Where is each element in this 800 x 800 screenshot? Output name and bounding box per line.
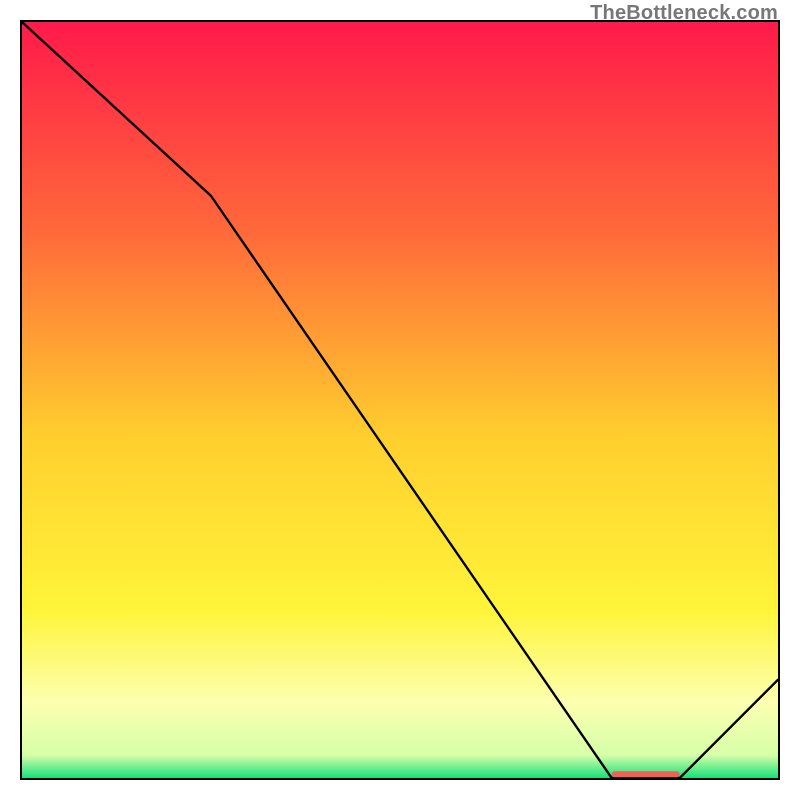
optimal-range-marker <box>612 771 680 777</box>
chart-frame: TheBottleneck.com <box>0 0 800 800</box>
bottleneck-curve <box>22 22 778 778</box>
plot-area <box>20 20 780 780</box>
chart-svg <box>22 22 778 778</box>
